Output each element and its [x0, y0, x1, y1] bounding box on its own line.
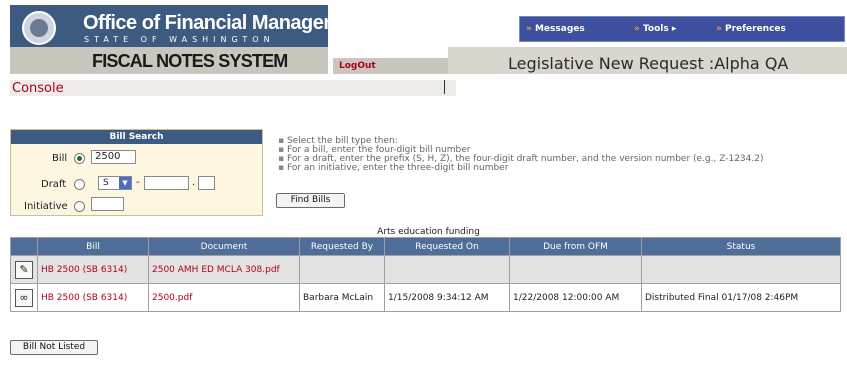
results-caption: Arts education funding	[377, 227, 480, 237]
status-cell	[641, 255, 841, 284]
document-link[interactable]: 2500.pdf	[148, 283, 300, 312]
page-title: Legislative New Request :Alpha QA	[508, 54, 789, 73]
system-bar: FISCAL NOTES SYSTEM	[10, 47, 328, 74]
draft-version-input[interactable]	[198, 176, 215, 190]
draft-label: Draft	[41, 179, 67, 190]
column-header[interactable]: Due from OFM	[509, 237, 642, 256]
find-bills-button[interactable]: Find Bills	[276, 193, 345, 208]
bill-number-input[interactable]: 2500	[91, 150, 136, 164]
document-link[interactable]: 2500 AMH ED MCLA 308.pdf	[148, 255, 300, 284]
bullet-arrow-icon: »	[526, 24, 532, 34]
logout-bar: LogOut	[333, 58, 448, 74]
menu-preferences[interactable]: » Preferences	[716, 24, 786, 34]
bill-label: Bill	[52, 153, 68, 164]
bill-not-listed-button[interactable]: Bill Not Listed	[10, 340, 98, 355]
bullet-arrow-icon: »	[716, 24, 722, 34]
column-header[interactable]: Status	[641, 237, 841, 256]
draft-radio[interactable]	[74, 179, 85, 190]
divider	[444, 80, 445, 94]
column-header[interactable]: Requested By	[299, 237, 385, 256]
column-header[interactable]: Document	[148, 237, 300, 256]
menu-messages[interactable]: » Messages	[526, 24, 585, 34]
top-menu: » Messages » Tools ▸ » Preferences	[519, 16, 845, 42]
results-table: Bill Document Requested By Requested On …	[10, 237, 841, 312]
search-instructions: Select the bill type then: For a bill, e…	[278, 137, 764, 173]
status-cell: Distributed Final 01/17/08 2:46PM	[641, 283, 841, 312]
initiative-radio[interactable]	[74, 201, 85, 212]
due-cell	[509, 255, 642, 284]
table-row: ✎ HB 2500 (SB 6314) 2500 AMH ED MCLA 308…	[10, 255, 841, 284]
bullet-arrow-icon: »	[634, 24, 640, 34]
org-title: Office of Financial Management	[83, 12, 370, 34]
console-label: Console	[12, 81, 64, 96]
draft-prefix-select[interactable]: S ▼	[98, 176, 132, 190]
header-banner: Office of Financial Management STATE OF …	[10, 5, 370, 47]
console-bar: Console	[10, 80, 456, 96]
binoculars-icon[interactable]: ∞	[15, 288, 33, 307]
table-row: ∞ HB 2500 (SB 6314) 2500.pdf Barbara McL…	[10, 283, 841, 312]
bill-search-panel: Bill Search Bill 2500 Draft S ▼ - . Init…	[10, 129, 263, 216]
requested-on-cell: 1/15/2008 9:34:12 AM	[384, 283, 510, 312]
bill-link[interactable]: HB 2500 (SB 6314)	[37, 255, 149, 284]
draft-number-input[interactable]	[144, 176, 189, 190]
table-header-row: Bill Document Requested By Requested On …	[10, 237, 841, 256]
chevron-down-icon: ▼	[119, 177, 131, 189]
system-name: FISCAL NOTES SYSTEM	[92, 51, 288, 71]
requested-by-cell	[299, 255, 385, 284]
edit-document-icon[interactable]: ✎	[15, 260, 33, 279]
menu-tools[interactable]: » Tools ▸	[634, 24, 676, 34]
washington-state-seal-icon	[22, 11, 56, 45]
submenu-arrow-icon: ▸	[671, 24, 677, 34]
requested-on-cell	[384, 255, 510, 284]
due-cell: 1/22/2008 12:00:00 AM	[509, 283, 642, 312]
draft-separator-dash: -	[136, 177, 140, 188]
column-header[interactable]: Bill	[37, 237, 149, 256]
draft-separator-dot: .	[192, 177, 196, 188]
column-header	[10, 237, 38, 256]
org-subtitle: STATE OF WASHINGTON	[84, 35, 275, 44]
initiative-label: Initiative	[24, 201, 68, 212]
bill-link[interactable]: HB 2500 (SB 6314)	[37, 283, 149, 312]
bill-radio[interactable]	[74, 153, 85, 164]
bill-search-title: Bill Search	[11, 130, 262, 144]
logout-link[interactable]: LogOut	[339, 61, 376, 71]
requested-by-cell: Barbara McLain	[299, 283, 385, 312]
column-header[interactable]: Requested On	[384, 237, 510, 256]
initiative-number-input[interactable]	[91, 197, 124, 211]
